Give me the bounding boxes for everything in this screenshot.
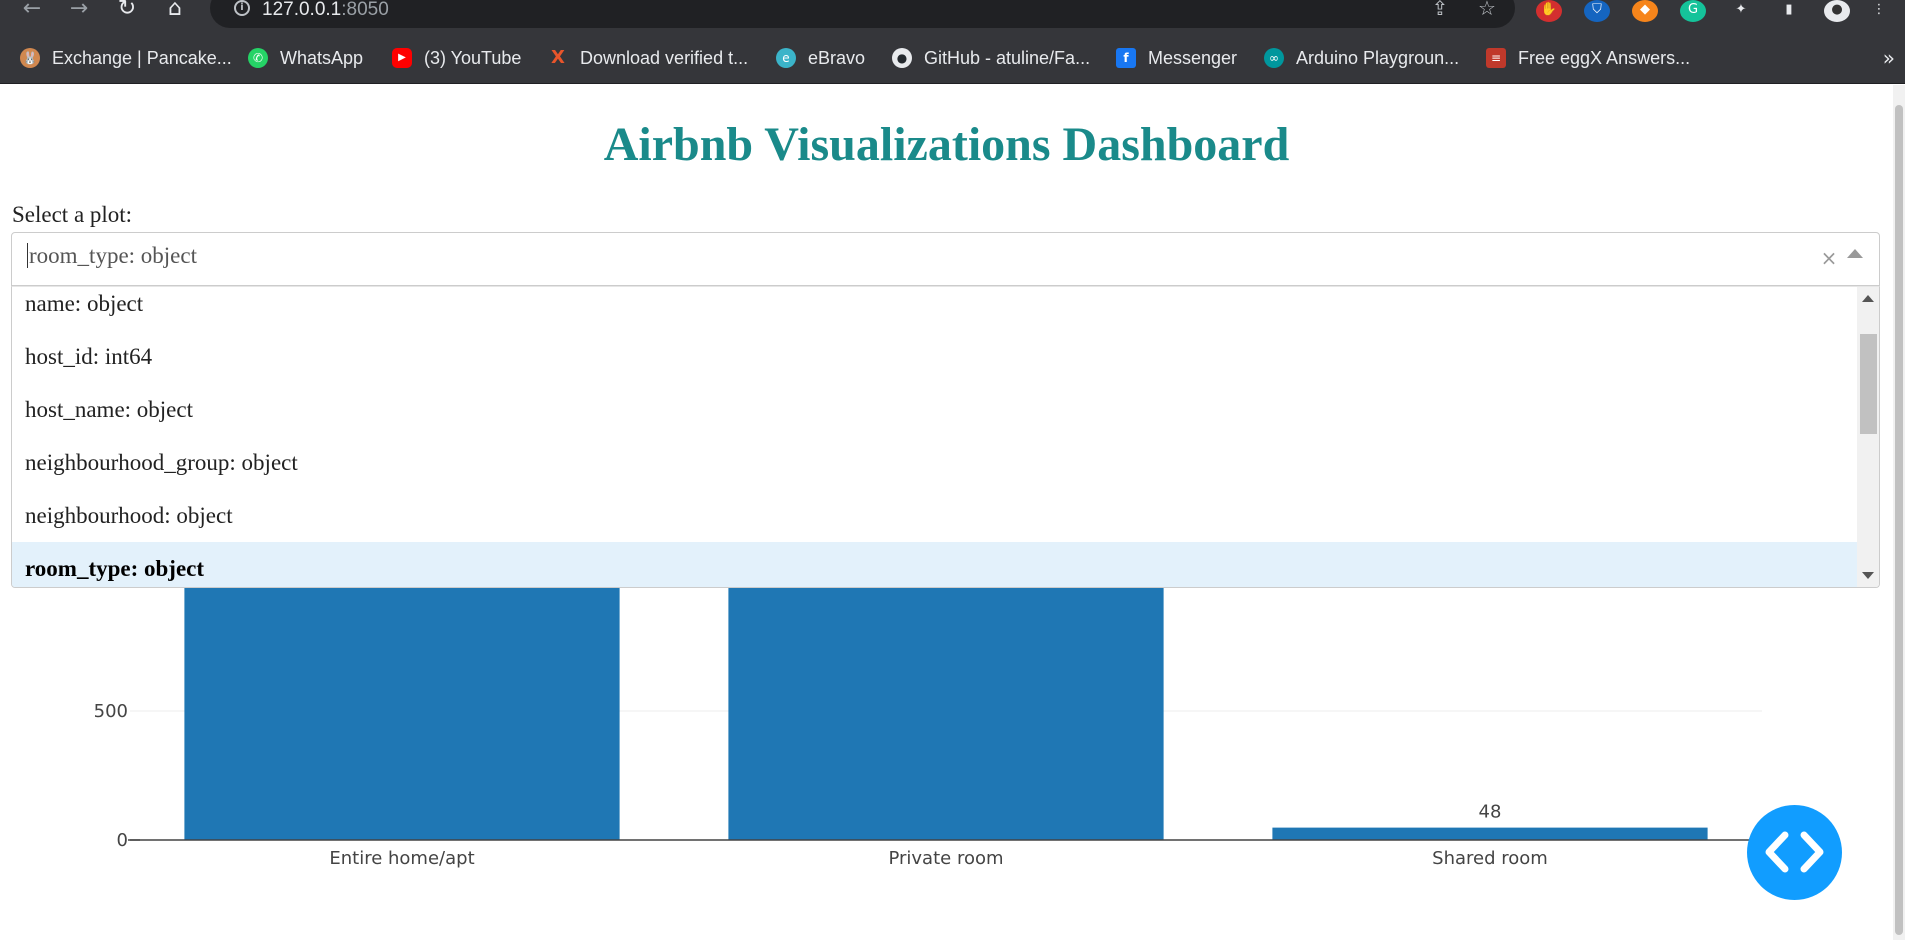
bar <box>1272 827 1708 840</box>
bookmark-item[interactable]: e eBravo <box>776 46 865 70</box>
bookmark-label: WhatsApp <box>280 47 364 68</box>
bookmark-label: eBravo <box>808 47 866 68</box>
scrollbar-thumb[interactable] <box>1860 334 1877 434</box>
plot-dropdown[interactable]: room_type: object × <box>11 232 1880 286</box>
code-brackets-icon <box>1765 831 1824 873</box>
bookmark-label: Messenger <box>1148 47 1238 68</box>
bookmark-label: Download verified t... <box>580 47 749 68</box>
dashboard-page: 0 500 Entire home/apt Private room Shared ro… <box>0 85 1893 940</box>
clear-icon[interactable]: × <box>1819 245 1839 271</box>
bookmark-star-icon[interactable]: ☆ <box>1474 0 1500 20</box>
bookmark-label: Arduino Playgroun... <box>1296 47 1460 68</box>
bar <box>184 582 620 840</box>
arduino-icon: ∞ <box>1264 48 1284 68</box>
dropdown-option[interactable]: host_id: int64 <box>12 330 1857 383</box>
x-tick-label: Entire home/apt <box>329 848 474 869</box>
page-scrollbar[interactable] <box>1893 85 1905 940</box>
back-arrow-icon[interactable]: ← <box>17 0 47 22</box>
bookmark-item[interactable]: 🐰 Exchange | Pancake... <box>20 46 232 70</box>
dropdown-option[interactable]: host_name: object <box>12 383 1857 436</box>
bar-value-label: 48 <box>1479 802 1502 823</box>
dropdown-option[interactable]: room_type: object <box>12 542 1857 587</box>
profile-avatar[interactable]: ● <box>1824 0 1850 22</box>
page-title: Airbnb Visualizations Dashboard <box>603 118 1290 171</box>
bookmark-item[interactable]: ≡ Free eggX Answers... <box>1486 46 1690 70</box>
bookmark-label: Exchange | Pancake... <box>52 47 232 68</box>
more-bookmarks-button[interactable]: » <box>1883 46 1895 70</box>
scroll-up-arrow-icon[interactable] <box>1862 295 1874 302</box>
page-scrollbar-thumb[interactable] <box>1895 105 1903 935</box>
shield-extension-icon[interactable]: ⛉ <box>1584 0 1610 22</box>
browser-menu-icon[interactable]: ⋮ <box>1866 0 1892 22</box>
github-icon: ● <box>892 48 912 68</box>
address-bar[interactable]: i 127.0.0.1:8050 ⇪ ☆ <box>210 0 1515 28</box>
books-icon: ≡ <box>1486 48 1506 68</box>
x-logo-icon: X <box>551 47 565 68</box>
bookmark-item[interactable]: X Download verified t... <box>548 46 748 70</box>
reload-icon[interactable]: ↻ <box>112 0 142 22</box>
whatsapp-icon: ✆ <box>248 48 268 68</box>
y-tick-label: 500 <box>94 701 128 722</box>
side-panel-icon[interactable]: ▮ <box>1776 0 1802 22</box>
bookmark-item[interactable]: ✆ WhatsApp <box>248 46 363 70</box>
dropdown-option[interactable]: neighbourhood: object <box>12 489 1857 542</box>
site-info-icon[interactable]: i <box>234 0 250 16</box>
bookmarks-bar: 🐰 Exchange | Pancake... ✆ WhatsApp ▶ (3)… <box>0 34 1905 84</box>
home-icon[interactable]: ⌂ <box>160 0 190 22</box>
menu-scrollbar[interactable] <box>1857 287 1879 587</box>
dash-debug-button[interactable] <box>1747 805 1842 900</box>
pancakeswap-icon: 🐰 <box>20 48 40 68</box>
scroll-down-arrow-icon[interactable] <box>1862 572 1874 579</box>
facebook-icon: f <box>1116 48 1136 68</box>
dropdown-menu: name: object host_id: int64 host_name: obj… <box>11 286 1880 588</box>
adblock-extension-icon[interactable]: ✋ <box>1536 0 1562 22</box>
bookmark-label: (3) YouTube <box>424 47 522 68</box>
metamask-extension-icon[interactable]: ◆ <box>1632 0 1658 22</box>
y-tick-label: 0 <box>117 830 128 851</box>
bookmark-label: Free eggX Answers... <box>1518 47 1691 68</box>
x-tick-label: Shared room <box>1432 848 1548 869</box>
dropdown-option[interactable]: neighbourhood_group: object <box>12 436 1857 489</box>
url-text[interactable]: 127.0.0.1:8050 <box>262 0 389 20</box>
plot-select-label: Select a plot: <box>12 202 133 227</box>
dropdown-value[interactable]: room_type: object <box>27 243 197 269</box>
ebravo-icon: e <box>776 48 796 68</box>
caret-up-icon[interactable] <box>1847 249 1863 258</box>
youtube-icon: ▶ <box>392 48 412 68</box>
x-tick-label: Private room <box>888 848 1003 869</box>
bar <box>728 582 1164 840</box>
forward-arrow-icon[interactable]: → <box>64 0 94 22</box>
bookmark-label: GitHub - atuline/Fa... <box>924 47 1091 68</box>
dropdown-options: name: object host_id: int64 host_name: obj… <box>12 287 1857 587</box>
dropdown-option[interactable]: name: object <box>12 287 1857 330</box>
grammarly-extension-icon[interactable]: G <box>1680 0 1706 22</box>
bookmark-item[interactable]: ▶ (3) YouTube <box>392 46 521 70</box>
share-icon[interactable]: ⇪ <box>1427 0 1453 20</box>
browser-toolbar: ← → ↻ ⌂ i 127.0.0.1:8050 ⇪ ☆ ✋ ⛉ ◆ G ✦ ▮… <box>0 0 1905 34</box>
bookmark-item[interactable]: ∞ Arduino Playgroun... <box>1264 46 1459 70</box>
extensions-puzzle-icon[interactable]: ✦ <box>1728 0 1754 22</box>
bookmark-item[interactable]: f Messenger <box>1116 46 1237 70</box>
bookmark-item[interactable]: ● GitHub - atuline/Fa... <box>892 46 1090 70</box>
